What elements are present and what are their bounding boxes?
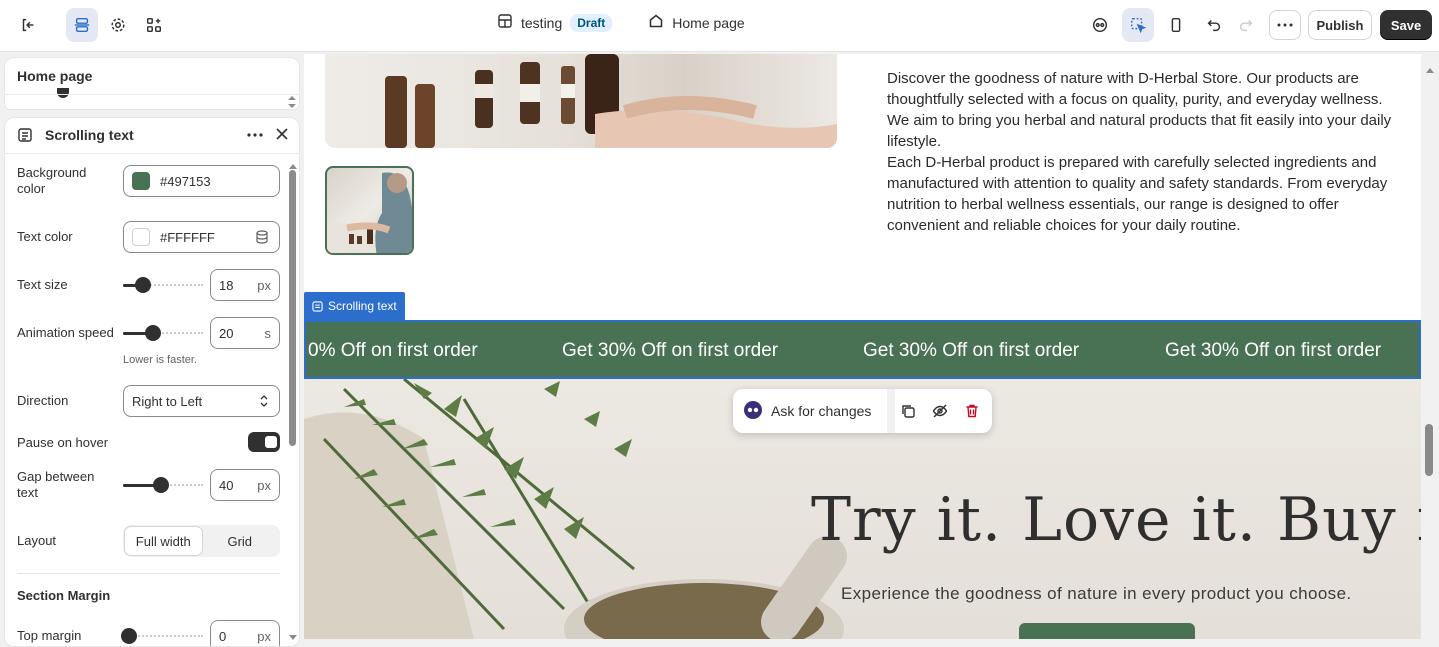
- gap-slider[interactable]: [153, 477, 169, 493]
- settings-gear-icon[interactable]: [102, 8, 134, 42]
- section-settings-card: Scrolling text Background color #497153 …: [4, 117, 300, 647]
- shop-products-button[interactable]: [1019, 623, 1195, 639]
- section-icon: [312, 300, 323, 312]
- marquee-item: 0% Off on first order: [308, 340, 478, 361]
- hero-title: Try it. Love it. Buy it.: [811, 485, 1421, 555]
- preview-scrollbar[interactable]: [1421, 54, 1439, 639]
- layout-label: Layout: [17, 533, 57, 548]
- close-icon[interactable]: [275, 127, 289, 146]
- product-description: Discover the goodness of nature with D-H…: [887, 68, 1402, 236]
- publish-button[interactable]: Publish: [1308, 10, 1372, 40]
- save-button[interactable]: Save: [1380, 10, 1432, 40]
- divider: [17, 573, 280, 574]
- description-paragraph-1: Discover the goodness of nature with D-H…: [887, 70, 1392, 150]
- section-title: Scrolling text: [45, 127, 134, 143]
- undo-icon[interactable]: [1198, 8, 1230, 42]
- slider-thumb-partial: [57, 88, 69, 98]
- animation-speed-input[interactable]: 20 s: [210, 317, 280, 349]
- page-title: Home page: [17, 68, 93, 84]
- page-selector[interactable]: Home page: [672, 15, 744, 31]
- top-margin-label: Top margin: [17, 628, 82, 643]
- direction-label: Direction: [17, 393, 69, 408]
- pause-on-hover-label: Pause on hover: [17, 435, 109, 450]
- store-name[interactable]: testing: [521, 15, 562, 31]
- theme-layout-icon: [497, 13, 513, 32]
- theme-info: testing Draft Home page: [497, 13, 745, 32]
- inspector-cursor-icon[interactable]: [1122, 8, 1154, 42]
- text-color-label: Text color: [17, 229, 73, 244]
- pause-on-hover-toggle[interactable]: [248, 432, 280, 452]
- text-size-slider[interactable]: [135, 277, 152, 293]
- database-icon[interactable]: [255, 230, 269, 247]
- marquee-item: Get 30% Off on first order: [1165, 340, 1382, 361]
- delete-trash-icon[interactable]: [962, 401, 982, 421]
- animation-speed-label: Animation speed: [17, 325, 114, 340]
- gap-label: Gap between text: [17, 469, 95, 500]
- mobile-preview-icon[interactable]: [1160, 8, 1192, 42]
- preview-scrollbar-thumb[interactable]: [1425, 424, 1433, 476]
- section-margin-heading: Section Margin: [17, 588, 111, 603]
- gap-input[interactable]: 40 px: [210, 469, 280, 501]
- hero-subtitle: Experience the goodness of nature in eve…: [841, 584, 1352, 603]
- text-size-input[interactable]: 18 px: [210, 269, 280, 301]
- more-options-icon[interactable]: [1269, 10, 1301, 40]
- layout-segmented-control: Full width Grid: [123, 525, 280, 557]
- animation-speed-hint: Lower is faster.: [123, 354, 197, 366]
- layout-option-grid[interactable]: Grid: [202, 527, 279, 555]
- description-paragraph-2: Each D-Herbal product is prepared with c…: [887, 154, 1388, 234]
- marquee-item: Get 30% Off on first order: [863, 340, 1080, 361]
- scrolling-text-section[interactable]: 0% Off on first order Get 30% Off on fir…: [304, 320, 1421, 379]
- top-margin-input[interactable]: 0 px: [210, 620, 280, 646]
- redo-icon[interactable]: [1230, 8, 1262, 42]
- duplicate-icon[interactable]: [898, 401, 918, 421]
- background-color-input[interactable]: #497153: [123, 165, 280, 197]
- section-more-icon[interactable]: [246, 126, 264, 149]
- section-header: Scrolling text: [5, 118, 299, 154]
- scroll-up-arrow-icon[interactable]: [1426, 60, 1434, 78]
- text-size-label: Text size: [17, 277, 68, 292]
- ai-assistant-icon[interactable]: [1084, 8, 1116, 42]
- ask-for-changes-button[interactable]: Ask for changes: [737, 393, 887, 429]
- status-badge: Draft: [570, 13, 613, 32]
- ai-assistant-icon: [743, 400, 763, 423]
- product-main-image[interactable]: [325, 54, 837, 148]
- section-icon: [17, 127, 33, 148]
- selected-section-label[interactable]: Scrolling text: [304, 292, 405, 320]
- direction-select[interactable]: Right to Left: [123, 385, 280, 417]
- top-margin-slider[interactable]: [121, 628, 137, 644]
- layout-option-full-width[interactable]: Full width: [125, 527, 202, 555]
- hide-eye-icon[interactable]: [930, 401, 950, 421]
- text-color-swatch[interactable]: [132, 228, 150, 246]
- page-card: Home page: [4, 57, 300, 110]
- marquee-item: Get 30% Off on first order: [562, 340, 779, 361]
- panel-scrollbar-thumb[interactable]: [289, 170, 296, 446]
- scroll-arrows-icon[interactable]: [287, 95, 297, 109]
- background-color-swatch[interactable]: [132, 172, 150, 190]
- product-thumbnail[interactable]: [325, 166, 414, 255]
- home-icon: [648, 13, 664, 32]
- exit-icon[interactable]: [12, 8, 44, 42]
- text-color-input[interactable]: #FFFFFF: [123, 221, 280, 253]
- store-preview: Discover the goodness of nature with D-H…: [304, 54, 1421, 639]
- sections-icon[interactable]: [66, 8, 98, 42]
- chevron-updown-icon: [259, 394, 269, 411]
- settings-panel: Home page Scrolling text Background colo…: [4, 57, 300, 647]
- scroll-down-arrow-icon[interactable]: [289, 628, 297, 646]
- apps-icon[interactable]: [138, 8, 170, 42]
- background-color-label: Background color: [17, 165, 87, 196]
- section-floating-toolbar: Ask for changes: [733, 389, 992, 433]
- animation-speed-slider[interactable]: [145, 325, 161, 341]
- top-bar: testing Draft Home page Publish Save: [0, 0, 1439, 52]
